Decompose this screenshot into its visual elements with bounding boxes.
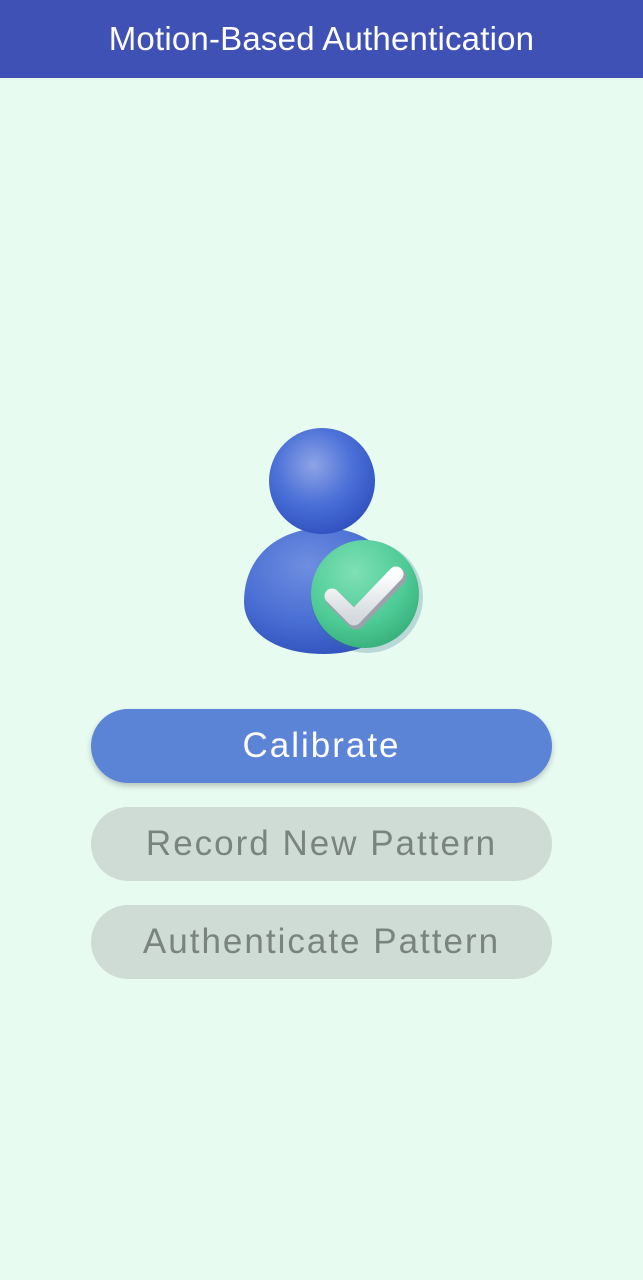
- calibrate-button[interactable]: Calibrate: [91, 709, 552, 783]
- authenticate-pattern-button[interactable]: Authenticate Pattern: [91, 905, 552, 979]
- calibrate-button-label: Calibrate: [242, 726, 401, 765]
- app-bar: Motion-Based Authentication: [0, 0, 643, 78]
- record-new-pattern-button[interactable]: Record New Pattern: [91, 807, 552, 881]
- verified-user-icon: [236, 424, 426, 660]
- record-new-pattern-button-label: Record New Pattern: [145, 824, 498, 863]
- authenticate-pattern-button-label: Authenticate Pattern: [142, 922, 501, 961]
- app-title: Motion-Based Authentication: [108, 20, 535, 57]
